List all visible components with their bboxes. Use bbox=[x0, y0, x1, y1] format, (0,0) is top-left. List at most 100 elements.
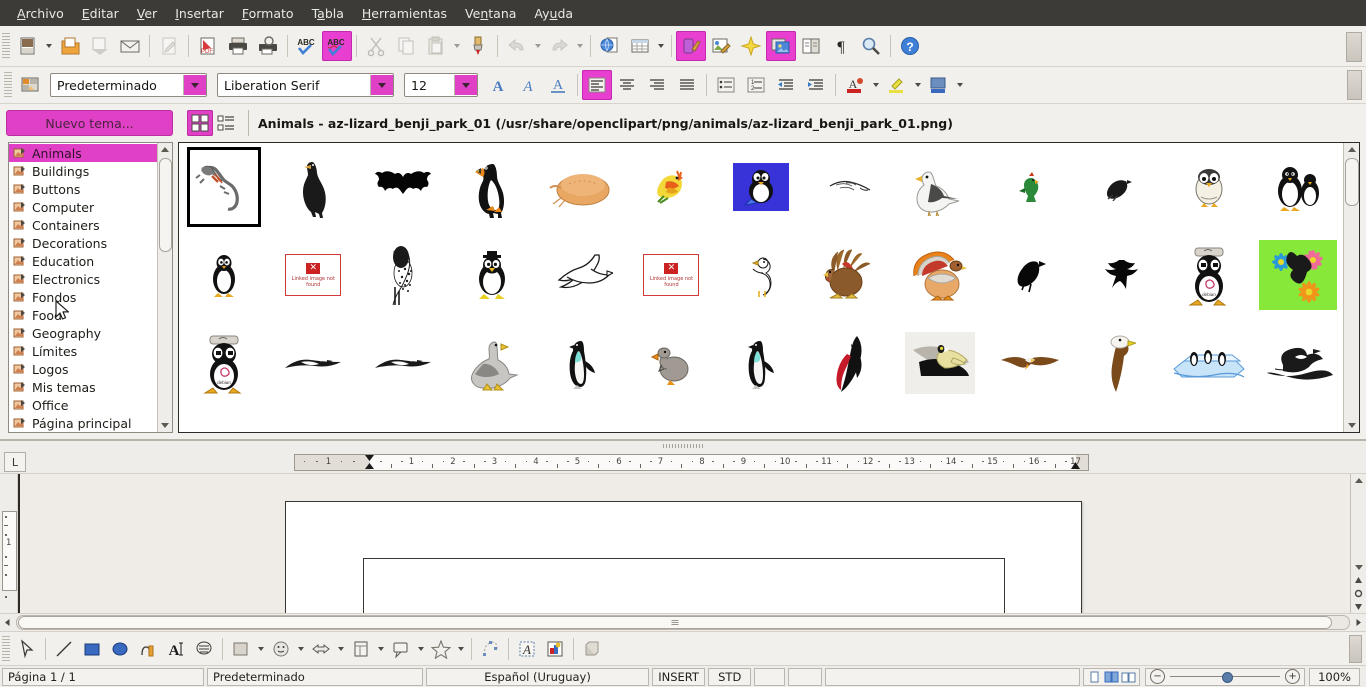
insert-mode-status[interactable]: INSERT bbox=[652, 667, 705, 686]
align-justify-button[interactable] bbox=[672, 70, 702, 100]
copy-button[interactable] bbox=[391, 31, 421, 61]
align-left-button[interactable] bbox=[582, 70, 612, 100]
insert-image-button[interactable] bbox=[706, 31, 736, 61]
menu-item-insertar[interactable]: Insertar bbox=[166, 3, 233, 24]
gallery-item[interactable] bbox=[448, 143, 538, 231]
insert-table-dropdown[interactable] bbox=[655, 32, 667, 60]
gallery-item[interactable] bbox=[1253, 231, 1343, 319]
callouts-tool-button[interactable] bbox=[190, 635, 218, 663]
horizontal-ruler[interactable]: 1 1 2 3 4 5 6 7 8 9 10 11 12 13 14 15 16 17 bbox=[294, 453, 1089, 471]
freeform-line-tool-button[interactable] bbox=[134, 635, 162, 663]
zoom-level-status[interactable]: 100% bbox=[1309, 667, 1360, 686]
gallery-theme-item-animals[interactable]: Animals bbox=[9, 144, 172, 162]
insert-special-char-button[interactable] bbox=[736, 31, 766, 61]
document-page[interactable] bbox=[285, 501, 1082, 613]
left-indent-marker[interactable] bbox=[364, 454, 375, 470]
callout-shapes-dropdown[interactable] bbox=[415, 635, 427, 663]
print-button[interactable] bbox=[223, 31, 253, 61]
flowchart-button[interactable] bbox=[347, 635, 375, 663]
open-document-button[interactable] bbox=[55, 31, 85, 61]
selection-mode-status[interactable]: STD bbox=[707, 667, 752, 686]
rectangle-tool-button[interactable] bbox=[78, 635, 106, 663]
document-canvas[interactable] bbox=[18, 474, 1350, 613]
doc-scroll-down-arrow[interactable] bbox=[1352, 561, 1365, 574]
paste-button[interactable] bbox=[421, 31, 451, 61]
gallery-scrollbar-thumb[interactable] bbox=[1344, 158, 1359, 206]
underline-button[interactable]: A bbox=[543, 70, 573, 100]
gallery-item[interactable] bbox=[179, 143, 269, 231]
language-status[interactable]: Español (Uruguay) bbox=[425, 667, 650, 686]
gallery-theme-item-food[interactable]: Food bbox=[9, 306, 172, 324]
toolbar-overflow-button[interactable] bbox=[1346, 32, 1362, 62]
gallery-theme-item-geography[interactable]: Geography bbox=[9, 324, 172, 342]
basic-shapes-dropdown[interactable] bbox=[255, 635, 267, 663]
zoom-out-button[interactable]: − bbox=[1150, 669, 1166, 684]
gallery-item[interactable] bbox=[358, 231, 448, 319]
gallery-item[interactable]: ✕ Linked image not found bbox=[627, 231, 717, 319]
edit-points-button[interactable] bbox=[476, 635, 504, 663]
gallery-item[interactable] bbox=[806, 143, 896, 231]
gallery-item[interactable] bbox=[537, 319, 627, 407]
gallery-theme-item-logos[interactable]: Logos bbox=[9, 360, 172, 378]
menu-item-tabla[interactable]: Tabla bbox=[303, 3, 353, 24]
doc-scroll-up-arrow[interactable] bbox=[1352, 474, 1365, 487]
formatting-marks-button[interactable]: ¶ bbox=[826, 31, 856, 61]
new-document-button[interactable] bbox=[13, 31, 43, 61]
gallery-item[interactable] bbox=[448, 319, 538, 407]
gallery-theme-item-computer[interactable]: Computer bbox=[9, 198, 172, 216]
gallery-theme-item-electronics[interactable]: Electronics bbox=[9, 270, 172, 288]
hscroll-right-arrow[interactable] bbox=[1351, 615, 1366, 630]
gallery-item-grid[interactable]: ✕ Linked image not found ✕ Linked image not… bbox=[179, 143, 1343, 432]
basic-shapes-button[interactable] bbox=[227, 635, 255, 663]
align-center-button[interactable] bbox=[612, 70, 642, 100]
flowchart-dropdown[interactable] bbox=[375, 635, 387, 663]
gallery-theme-item-buttons[interactable]: Buttons bbox=[9, 180, 172, 198]
gallery-item[interactable] bbox=[806, 231, 896, 319]
gallery-item[interactable] bbox=[895, 319, 985, 407]
gallery-item[interactable] bbox=[1253, 143, 1343, 231]
gallery-item[interactable]: debian bbox=[1164, 231, 1254, 319]
book-view-button[interactable] bbox=[1120, 670, 1137, 684]
export-pdf-button[interactable]: PDF bbox=[193, 31, 223, 61]
align-right-button[interactable] bbox=[642, 70, 672, 100]
zoom-in-button[interactable]: + bbox=[1285, 669, 1301, 684]
gallery-item[interactable] bbox=[716, 143, 806, 231]
italic-button[interactable]: A bbox=[513, 70, 543, 100]
gallery-item[interactable] bbox=[1074, 319, 1164, 407]
gallery-splitter[interactable] bbox=[0, 441, 1366, 451]
font-name-dropdown[interactable] bbox=[370, 75, 393, 95]
redo-dropdown[interactable] bbox=[574, 32, 586, 60]
fontwork-button[interactable]: A bbox=[513, 635, 541, 663]
gallery-theme-item-fondos[interactable]: Fondos bbox=[9, 288, 172, 306]
background-color-dropdown[interactable] bbox=[954, 71, 966, 99]
clone-formatting-button[interactable] bbox=[463, 31, 493, 61]
gallery-item[interactable] bbox=[269, 143, 359, 231]
gallery-theme-item-mis-temas[interactable]: Mis temas bbox=[9, 378, 172, 396]
paste-dropdown[interactable] bbox=[451, 32, 463, 60]
stars-dropdown[interactable] bbox=[455, 635, 467, 663]
single-page-view-button[interactable] bbox=[1086, 670, 1103, 684]
background-color-button[interactable] bbox=[924, 70, 954, 100]
page-status[interactable]: Página 1 / 1 bbox=[2, 667, 204, 686]
undo-dropdown[interactable] bbox=[532, 32, 544, 60]
text-box-tool-button[interactable]: A bbox=[162, 635, 190, 663]
decrease-indent-button[interactable] bbox=[771, 70, 801, 100]
theme-list-scrollbar[interactable] bbox=[157, 143, 172, 432]
edit-mode-button[interactable] bbox=[154, 31, 184, 61]
gallery-scroll-up-arrow[interactable] bbox=[1345, 143, 1358, 156]
menu-item-ayuda[interactable]: Ayuda bbox=[525, 3, 582, 24]
print-preview-button[interactable] bbox=[253, 31, 283, 61]
zoom-slider[interactable]: − + bbox=[1145, 667, 1306, 686]
menu-item-ventana[interactable]: Ventana bbox=[456, 3, 525, 24]
symbol-shapes-dropdown[interactable] bbox=[295, 635, 307, 663]
gallery-item[interactable] bbox=[985, 319, 1075, 407]
increase-indent-button[interactable] bbox=[801, 70, 831, 100]
hscroll-thumb[interactable] bbox=[18, 616, 1332, 629]
stars-button[interactable] bbox=[427, 635, 455, 663]
gallery-item[interactable] bbox=[716, 319, 806, 407]
callout-shapes-button[interactable] bbox=[387, 635, 415, 663]
navigator-button[interactable] bbox=[796, 31, 826, 61]
zoom-knob[interactable] bbox=[1222, 672, 1234, 683]
gallery-item[interactable] bbox=[1074, 231, 1164, 319]
help-button[interactable]: ? bbox=[895, 31, 925, 61]
